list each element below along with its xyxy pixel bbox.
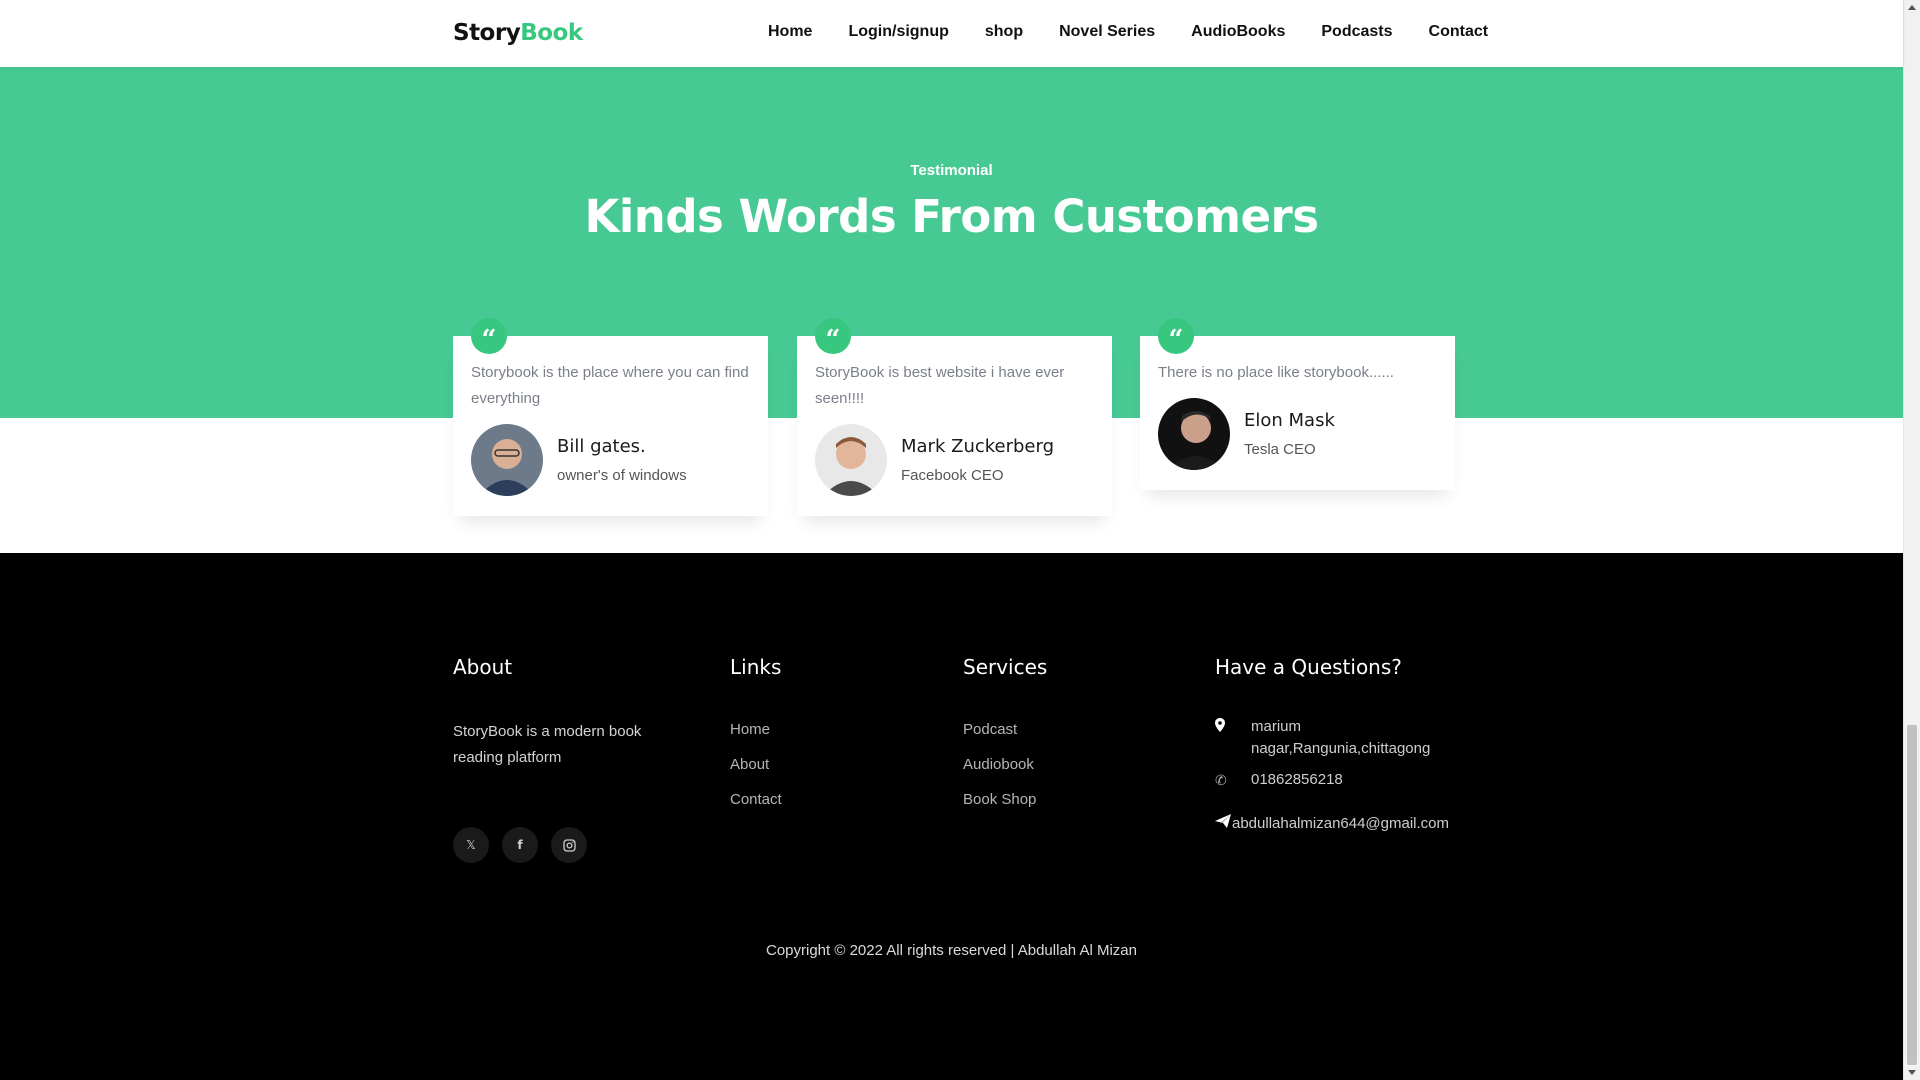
footer-service-podcast[interactable]: Podcast: [963, 721, 1047, 756]
map-marker-icon: [1215, 716, 1251, 760]
contact-address-text: marium nagar,Rangunia,chittagong: [1251, 718, 1431, 757]
footer-links-title: Links: [730, 655, 782, 679]
scroll-down-arrow[interactable]: [1908, 1070, 1916, 1075]
avatar: [471, 424, 543, 496]
scroll-thumb[interactable]: [1907, 725, 1917, 1065]
testimonial-card: “ StoryBook is best website i have ever …: [797, 318, 1112, 516]
nav-contact[interactable]: Contact: [1429, 23, 1489, 41]
footer: [0, 553, 1903, 1080]
footer-service-book-shop[interactable]: Book Shop: [963, 791, 1047, 826]
testimonial-card: “ There is no place like storybook......…: [1140, 318, 1455, 490]
nav-home[interactable]: Home: [768, 23, 812, 41]
footer-about-title: About: [453, 655, 513, 679]
contact-phone: ✆ 01862856218: [1215, 769, 1343, 791]
avatar: [1158, 398, 1230, 470]
contact-address: marium nagar,Rangunia,chittagong: [1215, 716, 1455, 760]
footer-contact: Have a Questions?: [1215, 655, 1402, 679]
nav-podcasts[interactable]: Podcasts: [1321, 23, 1392, 41]
testimonial-author: Bill gates. owner's of windows: [471, 424, 750, 496]
footer-services-title: Services: [963, 655, 1048, 679]
nav-shop[interactable]: shop: [985, 23, 1023, 41]
footer-link-home[interactable]: Home: [730, 721, 782, 756]
avatar: [815, 424, 887, 496]
nav-login-signup[interactable]: Login/signup: [848, 23, 948, 41]
testimonial-author: Elon Mask Tesla CEO: [1158, 398, 1437, 470]
contact-email: abdullahalmizan644@gmail.com: [1215, 813, 1449, 835]
section-eyebrow: Testimonial: [910, 162, 993, 179]
twitter-icon[interactable]: 𝕏: [453, 827, 489, 863]
footer-link-about[interactable]: About: [730, 756, 782, 791]
quote-left-icon: “: [815, 318, 851, 354]
nav-audiobooks[interactable]: AudioBooks: [1191, 23, 1285, 41]
footer-link-contact[interactable]: Contact: [730, 791, 782, 826]
quote-left-icon: “: [471, 318, 507, 354]
author-name: Elon Mask: [1244, 410, 1335, 431]
scroll-up-arrow[interactable]: [1908, 5, 1916, 10]
author-role: Tesla CEO: [1244, 441, 1316, 458]
paper-plane-icon: [1215, 813, 1232, 835]
instagram-icon[interactable]: [551, 827, 587, 863]
author-name: Mark Zuckerberg: [901, 436, 1055, 457]
phone-icon: ✆: [1215, 772, 1227, 788]
author-name: Bill gates.: [557, 436, 646, 457]
author-role: Facebook CEO: [901, 467, 1004, 484]
main-nav: Home Login/signup shop Novel Series Audi…: [768, 23, 1524, 41]
social-links: 𝕏 f: [453, 827, 600, 863]
contact-phone-text[interactable]: 01862856218: [1251, 769, 1343, 791]
footer-contact-title: Have a Questions?: [1215, 655, 1402, 679]
footer-links: Links Home About Contact: [730, 655, 782, 826]
facebook-icon[interactable]: f: [502, 827, 538, 863]
footer-service-audiobook[interactable]: Audiobook: [963, 756, 1047, 791]
footer-about-text: StoryBook is a modern book reading platf…: [453, 723, 642, 766]
testimonial-text: Storybook is the place where you can fin…: [471, 364, 749, 407]
author-role: owner's of windows: [557, 467, 687, 484]
testimonial-author: Mark Zuckerberg Facebook CEO: [815, 424, 1094, 496]
brand-logo[interactable]: StoryBook: [453, 20, 583, 46]
copyright: Copyright © 2022 All rights reserved | A…: [766, 942, 1137, 959]
page-scrollbar[interactable]: [1903, 0, 1920, 1080]
testimonial-text: StoryBook is best website i have ever se…: [815, 364, 1065, 407]
navbar: StoryBook Home Login/signup shop Novel S…: [0, 0, 1903, 67]
footer-services: Services Podcast Audiobook Book Shop: [963, 655, 1047, 826]
nav-novel-series[interactable]: Novel Series: [1059, 23, 1155, 41]
testimonial-card: “ Storybook is the place where you can f…: [453, 318, 768, 516]
section-heading: Kinds Words From Customers: [584, 190, 1319, 243]
quote-left-icon: “: [1158, 318, 1194, 354]
footer-about: About StoryBook is a modern book reading…: [453, 655, 653, 771]
testimonial-text: There is no place like storybook......: [1158, 364, 1394, 381]
contact-email-text[interactable]: abdullahalmizan644@gmail.com: [1232, 813, 1449, 835]
